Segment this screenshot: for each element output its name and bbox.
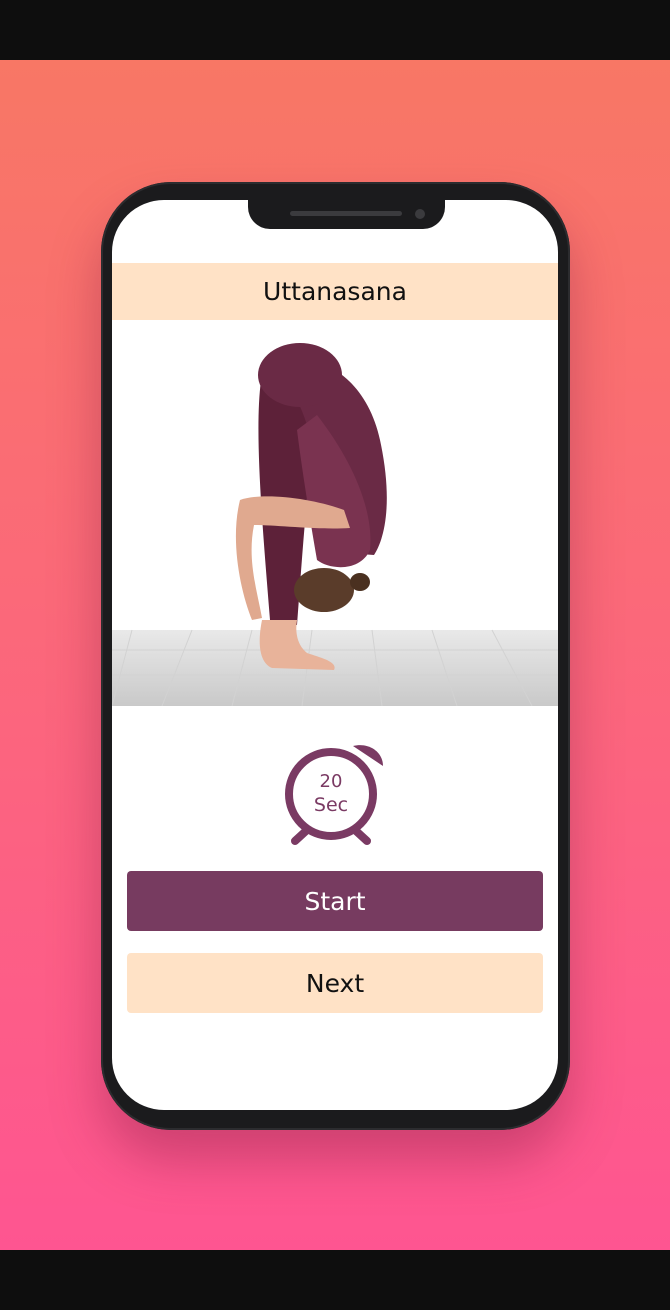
timer-unit: Sec bbox=[313, 794, 349, 816]
pose-title-bar: Uttanasana bbox=[112, 263, 558, 320]
front-camera bbox=[415, 209, 425, 219]
phone-frame: Uttanasana 20 Sec Start Next bbox=[101, 182, 570, 1130]
pose-image bbox=[112, 320, 558, 707]
speaker-grille bbox=[290, 211, 402, 216]
pose-title: Uttanasana bbox=[263, 277, 407, 306]
timer-seconds: 20 bbox=[319, 771, 343, 792]
phone-screen: Uttanasana 20 Sec Start Next bbox=[112, 200, 558, 1110]
alarm-clock-icon bbox=[285, 745, 383, 845]
start-button[interactable]: Start bbox=[127, 871, 543, 931]
next-button[interactable]: Next bbox=[127, 953, 543, 1013]
phone-notch bbox=[248, 200, 445, 229]
timer-display: 20 Sec bbox=[283, 740, 387, 846]
